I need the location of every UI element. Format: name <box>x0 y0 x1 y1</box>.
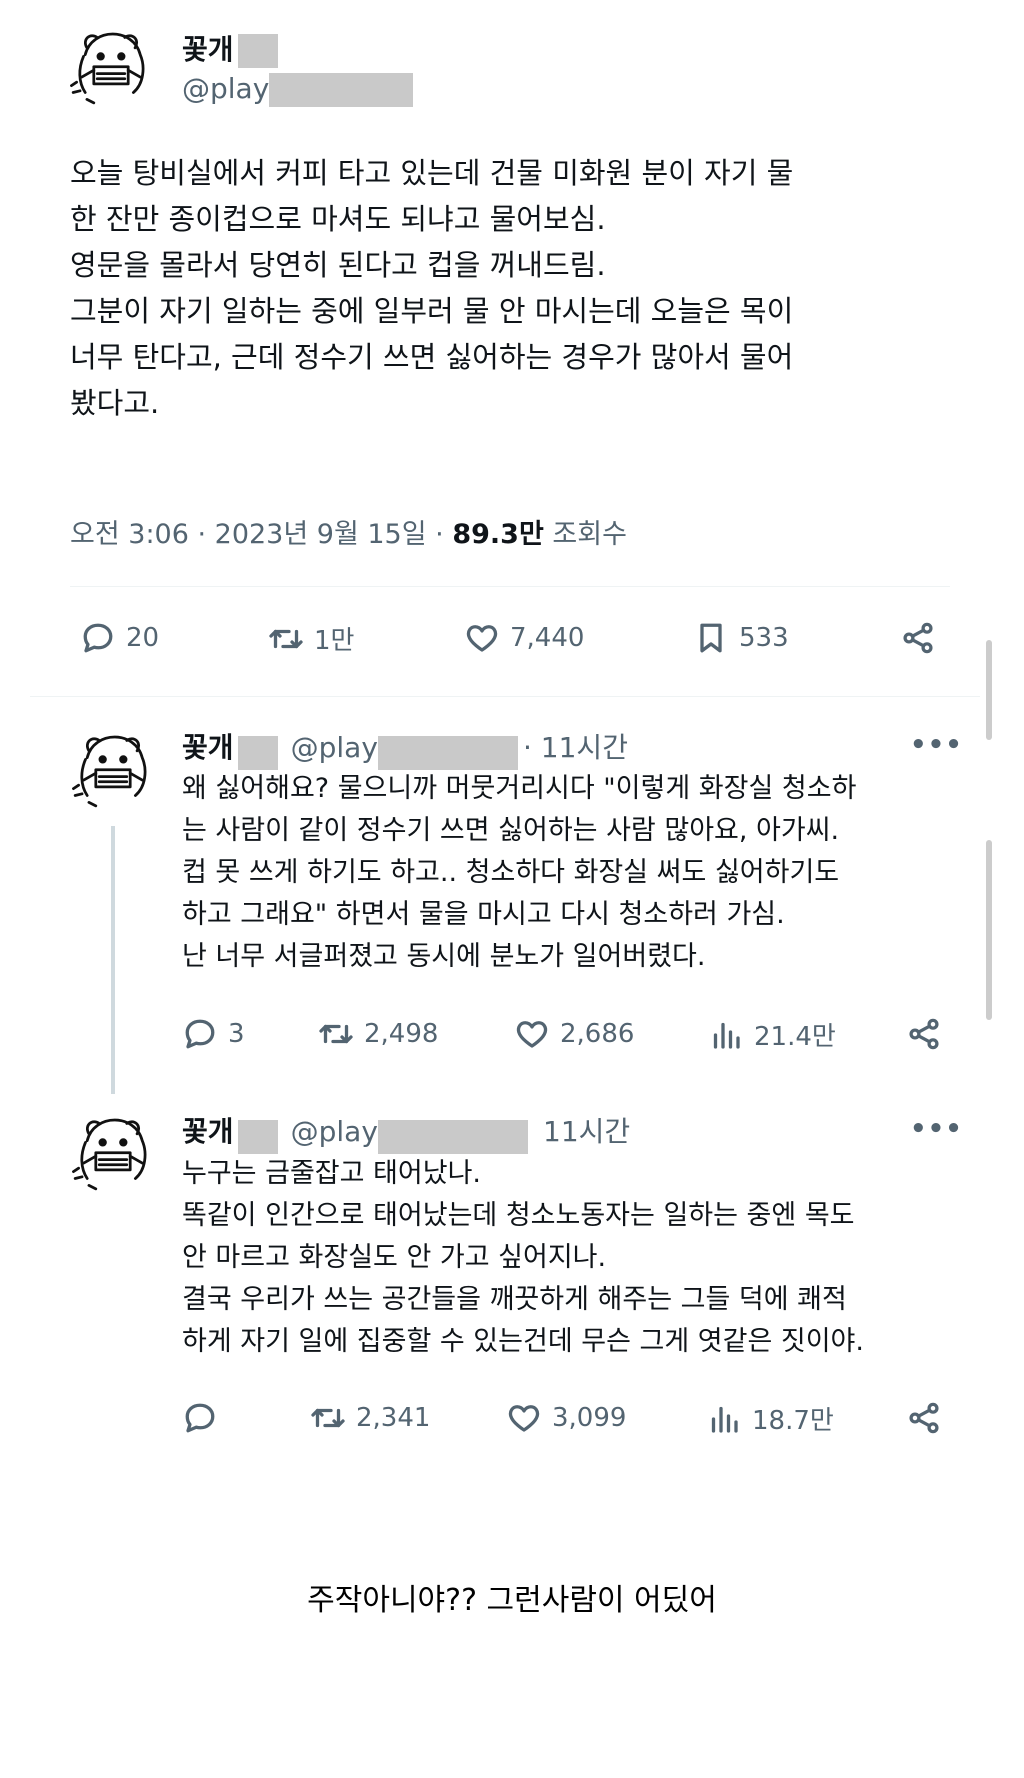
redaction-block <box>237 34 278 68</box>
reply-text: 왜 싫어해요? 물으니까 머뭇거리시다 "이렇게 화장실 청소하 는 사람이 같… <box>182 773 857 972</box>
reply-display-name[interactable]: 꽃개 <box>182 731 234 764</box>
redaction-block <box>269 73 414 107</box>
retweet-icon <box>310 1400 346 1436</box>
redaction-block <box>237 1119 278 1154</box>
retweet-count: 2,341 <box>356 1403 431 1433</box>
like-icon <box>506 1400 542 1436</box>
like-button[interactable]: 7,440 <box>464 620 584 656</box>
avatar-icon <box>70 1108 156 1194</box>
scrollbar[interactable] <box>986 840 992 1020</box>
reply-time[interactable]: 11시간 <box>543 1115 630 1148</box>
reply-icon <box>182 1400 218 1436</box>
tweet-meta: 오전 3:06 · 2023년 9월 15일 · 89.3만 조회수 <box>70 512 627 551</box>
scrollbar[interactable] <box>986 640 992 740</box>
divider <box>30 696 980 697</box>
retweet-button[interactable]: 1만 <box>268 620 354 657</box>
views-button[interactable]: 21.4만 <box>708 1016 836 1053</box>
bookmark-icon <box>693 620 729 656</box>
reply-button[interactable]: 20 <box>80 620 159 656</box>
share-icon <box>906 1016 942 1052</box>
reply-text: 누구는 금줄잡고 태어났나. 똑같이 인간으로 태어났는데 청소노동자는 일하는… <box>182 1158 864 1357</box>
retweet-count: 1만 <box>314 626 355 656</box>
author-display-name: 꽃개 <box>182 33 234 66</box>
reply-avatar[interactable] <box>70 725 156 815</box>
tweet-time[interactable]: 오전 3:06 · 2023년 9월 15일 · <box>70 519 444 550</box>
retweet-button[interactable]: 2,498 <box>318 1016 438 1052</box>
like-count: 7,440 <box>510 623 585 653</box>
more-icon[interactable]: ••• <box>910 1114 963 1144</box>
caption-text: 주작아니야?? 그런사람이 어딨어 <box>307 1583 717 1618</box>
reply-count: 20 <box>126 623 160 653</box>
author-name-row[interactable]: 꽃개 <box>182 28 278 68</box>
share-button[interactable] <box>900 620 936 656</box>
reply-icon <box>80 620 116 656</box>
reply-time[interactable]: · 11시간 <box>523 731 628 764</box>
bookmark-button[interactable]: 533 <box>693 620 789 656</box>
author-handle-row[interactable]: @play <box>182 72 414 107</box>
like-icon <box>514 1016 550 1052</box>
reply-button[interactable] <box>182 1400 228 1436</box>
retweet-icon <box>318 1016 354 1052</box>
share-icon <box>900 620 936 656</box>
view-count: 21.4만 <box>754 1022 836 1052</box>
reply-handle[interactable]: @play <box>291 1115 378 1148</box>
share-button[interactable] <box>906 1400 942 1436</box>
views-icon <box>708 1017 744 1053</box>
view-count: 18.7만 <box>752 1406 834 1436</box>
reply-count: 3 <box>228 1019 245 1049</box>
views-button[interactable]: 18.7만 <box>706 1400 834 1437</box>
share-icon <box>906 1400 942 1436</box>
bookmark-count: 533 <box>739 623 789 653</box>
reply-header: 꽃개 @play · 11시간 <box>182 726 628 770</box>
like-button[interactable]: 3,099 <box>506 1400 626 1436</box>
like-icon <box>464 620 500 656</box>
avatar-icon <box>70 725 156 811</box>
avatar-icon <box>68 22 154 108</box>
like-button[interactable]: 2,686 <box>514 1016 634 1052</box>
author-avatar[interactable] <box>68 22 154 112</box>
redaction-block <box>377 1119 528 1154</box>
author-handle: @play <box>182 72 270 105</box>
redaction-block <box>377 735 518 770</box>
share-button[interactable] <box>906 1016 942 1052</box>
retweet-button[interactable]: 2,341 <box>310 1400 430 1436</box>
like-count: 2,686 <box>560 1019 635 1049</box>
reply-icon <box>182 1016 218 1052</box>
retweet-icon <box>268 621 304 657</box>
more-icon[interactable]: ••• <box>910 730 963 760</box>
reply-avatar[interactable] <box>70 1108 156 1198</box>
reply-header: 꽃개 @play 11시간 <box>182 1110 630 1154</box>
view-count: 89.3만 <box>452 519 544 550</box>
redaction-block <box>237 735 278 770</box>
like-count: 3,099 <box>552 1403 627 1433</box>
thread-line <box>111 826 115 1094</box>
reply-display-name[interactable]: 꽃개 <box>182 1115 234 1148</box>
divider <box>70 586 950 587</box>
reply-handle[interactable]: @play <box>291 731 378 764</box>
retweet-count: 2,498 <box>364 1019 439 1049</box>
tweet-text: 오늘 탕비실에서 커피 타고 있는데 건물 미화원 분이 자기 물 한 잔만 종… <box>70 156 794 420</box>
view-label: 조회수 <box>552 519 627 550</box>
views-icon <box>706 1401 742 1437</box>
reply-button[interactable]: 3 <box>182 1016 245 1052</box>
